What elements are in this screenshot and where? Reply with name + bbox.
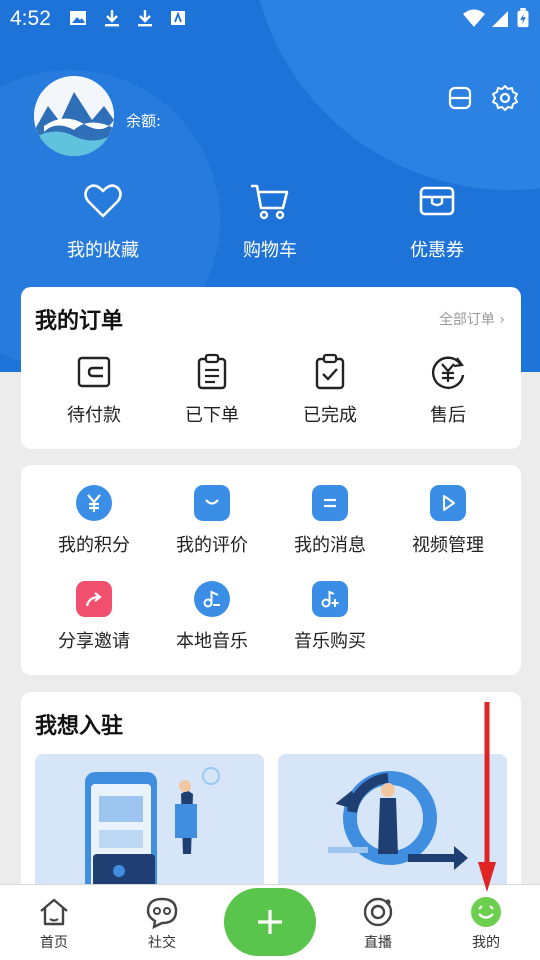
order-placed[interactable]: 已下单 [153,353,271,427]
video-icon [430,485,466,521]
chevron-right-icon: › [499,312,505,328]
plus-icon [258,910,282,934]
orders-card: 我的订单 全部订单 › 待付款 已下单 已完成 售后 [21,287,521,449]
tab-label: 直播 [364,935,392,951]
battery-icon [517,8,529,28]
clipboard-check-icon [315,353,345,390]
quick-label: 购物车 [243,240,297,261]
signal-icon [492,11,508,27]
tab-social[interactable]: 社交 [127,895,197,952]
quick-coupons[interactable]: 优惠券 [362,180,512,262]
order-pending-payment[interactable]: 待付款 [35,353,153,427]
points-icon [76,485,112,521]
live-icon [363,897,393,927]
scan-icon[interactable] [446,84,474,112]
service-label: 我的积分 [58,535,130,556]
message-icon [312,485,348,521]
avatar[interactable] [34,76,114,156]
smile-icon [471,897,501,927]
service-reviews[interactable]: 我的评价 [153,485,271,557]
service-music-purchase[interactable]: 音乐购买 [271,581,389,653]
service-label: 音乐购买 [294,631,366,652]
service-label: 视频管理 [412,535,484,556]
orders-title: 我的订单 [35,309,124,334]
status-bar: 4:52 [0,0,540,38]
image-icon [70,11,86,25]
font-icon [171,11,185,25]
tab-label: 社交 [148,935,176,951]
merchant-illustration-icon [35,754,264,894]
service-label: 分享邀请 [58,631,130,652]
tab-label: 首页 [40,935,68,951]
cart-icon [251,184,289,220]
quick-favorites[interactable]: 我的收藏 [28,180,178,262]
order-after-sales[interactable]: 售后 [389,353,507,427]
order-label: 售后 [430,405,466,426]
chat-icon [146,897,178,929]
annotation-arrow-icon [478,702,496,892]
tab-mine[interactable]: 我的 [451,895,521,952]
download-icon [138,10,152,27]
order-completed[interactable]: 已完成 [271,353,389,427]
quick-cart[interactable]: 购物车 [195,180,345,262]
service-messages[interactable]: 我的消息 [271,485,389,557]
order-label: 已下单 [185,405,239,426]
join-promo-image-left[interactable] [35,754,264,894]
wallet-icon [77,356,111,388]
service-label: 我的评价 [176,535,248,556]
tab-home[interactable]: 首页 [19,895,89,952]
clipboard-icon [197,353,227,390]
order-label: 待付款 [67,405,121,426]
service-label: 我的消息 [294,535,366,556]
download-icon [105,10,119,27]
avatar-logo-icon [34,76,114,156]
tab-live[interactable]: 直播 [343,895,413,952]
order-label: 已完成 [303,405,357,426]
join-title: 我想入驻 [35,714,124,739]
yuan-refresh-icon [431,356,465,389]
service-local-music[interactable]: 本地音乐 [153,581,271,653]
services-card: 我的积分 我的评价 我的消息 视频管理 分享邀请 本地音乐 音乐购买 [21,465,521,675]
quick-label: 我的收藏 [67,240,139,261]
coupon-icon [419,186,455,216]
heart-icon [84,184,122,218]
review-icon [194,485,230,521]
quick-label: 优惠券 [410,240,464,261]
service-share-invite[interactable]: 分享邀请 [35,581,153,653]
service-label: 本地音乐 [176,631,248,652]
all-orders-label: 全部订单 [438,312,495,328]
gear-icon[interactable] [491,84,519,112]
join-promo-image-right[interactable] [278,754,507,894]
create-post-button[interactable] [224,888,316,956]
join-card: 我想入驻 [21,692,521,912]
all-orders-link[interactable]: 全部订单 › [439,309,505,329]
home-icon [40,898,68,926]
process-illustration-icon [278,754,507,894]
music-buy-icon [312,581,348,617]
share-icon [76,581,112,617]
status-time: 4:52 [10,7,51,30]
tab-label: 我的 [472,935,500,951]
music-icon [194,581,230,617]
wifi-icon [463,9,485,27]
balance-label: 余额: [126,112,162,130]
service-points[interactable]: 我的积分 [35,485,153,557]
service-video-management[interactable]: 视频管理 [389,485,507,557]
